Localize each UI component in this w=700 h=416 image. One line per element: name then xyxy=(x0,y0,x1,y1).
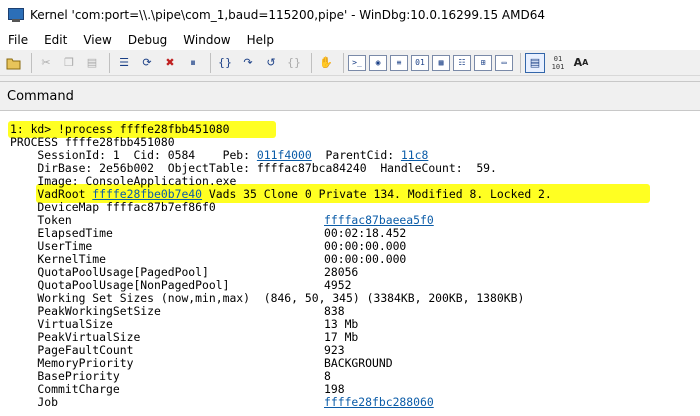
locals-window-icon[interactable]: ≡ xyxy=(390,54,408,71)
field-name: MemoryPriority xyxy=(10,356,134,370)
toolbar-separator xyxy=(343,52,344,73)
command-window-header: Command xyxy=(0,81,700,111)
field-name: BasePriority xyxy=(10,369,120,383)
windbg-app-icon xyxy=(8,7,24,23)
parent-cid-label: ParentCid: xyxy=(311,148,401,162)
menu-view[interactable]: View xyxy=(75,33,119,47)
peb-link[interactable]: 011f4000 xyxy=(257,148,312,162)
registers-window-icon[interactable]: 01 xyxy=(411,54,429,71)
go-icon[interactable]: {} xyxy=(215,53,235,73)
toolbar-separator xyxy=(311,52,312,73)
field-name: UserTime xyxy=(10,239,93,253)
field-name: Job xyxy=(10,395,59,409)
toolbar: ✂ ❐ ▤ ☰ ⟳ ✖ ⏸ {} ↷ ↺ {} ✋ >_ ◉ ≡ 01 ▦ ☷ … xyxy=(0,50,700,76)
toolbar-separator xyxy=(31,52,32,73)
disassembly-window-icon[interactable]: ⊞ xyxy=(474,54,492,71)
field-name: Token xyxy=(10,213,72,227)
vadroot-label: VadRoot xyxy=(10,187,93,201)
watch-window-icon[interactable]: ◉ xyxy=(369,54,387,71)
parent-cid-link[interactable]: 11c8 xyxy=(401,148,428,162)
session-prefix: SessionId: 1 Cid: 0584 Peb: xyxy=(10,148,257,162)
hex-display-icon[interactable]: 01 101 xyxy=(548,53,568,73)
memory-window-icon[interactable]: ▦ xyxy=(432,54,450,71)
field-name: VirtualSize xyxy=(10,317,113,331)
field-name: KernelTime xyxy=(10,252,107,266)
field-name: PageFaultCount xyxy=(10,343,134,357)
source-mode-icon[interactable]: ▤ xyxy=(525,52,545,73)
menu-help[interactable]: Help xyxy=(239,33,282,47)
vadroot-link[interactable]: ffffe28fbe0b7e40 xyxy=(92,187,202,201)
copy-icon[interactable]: ❐ xyxy=(59,53,79,73)
menu-debug[interactable]: Debug xyxy=(120,33,175,47)
menu-bar: File Edit View Debug Window Help xyxy=(0,30,700,50)
field-name: QuotaPoolUsage[NonPagedPool] xyxy=(10,278,230,292)
break-icon[interactable]: ⏸ xyxy=(183,53,203,73)
cut-icon[interactable]: ✂ xyxy=(36,53,56,73)
vadroot-details: Vads 35 Clone 0 Private 134. Modified 8.… xyxy=(202,187,552,201)
open-folder-icon[interactable] xyxy=(4,53,24,73)
field-name: QuotaPoolUsage[PagedPool] xyxy=(10,265,209,279)
command-window-title: Command xyxy=(7,89,74,104)
step-out-icon[interactable]: {} xyxy=(284,53,304,73)
command-output[interactable]: 1: kd> !process ffffe28fbb451080 PROCESS… xyxy=(0,111,700,416)
window-title: Kernel 'com:port=\\.\pipe\com_1,baud=115… xyxy=(30,8,545,22)
field-name: CommitCharge xyxy=(10,382,120,396)
job-link[interactable]: ffffe28fbc288060 xyxy=(324,396,434,409)
field-value: BACKGROUND xyxy=(324,356,393,370)
call-stack-icon[interactable]: ☷ xyxy=(453,54,471,71)
field-name: Working Set Sizes (now,min,max) (846, 50… xyxy=(10,291,525,305)
field-name: PeakVirtualSize xyxy=(10,330,141,344)
step-into-icon[interactable]: ↷ xyxy=(238,53,258,73)
hand-icon[interactable]: ✋ xyxy=(316,53,336,73)
toolbar-separator xyxy=(210,52,211,73)
step-over-icon[interactable]: ↺ xyxy=(261,53,281,73)
toolbar-separator xyxy=(109,52,110,73)
font-icon[interactable]: AA xyxy=(571,53,591,73)
field-name: PeakWorkingSetSize xyxy=(10,304,161,318)
menu-file[interactable]: File xyxy=(0,33,36,47)
step-list-icon[interactable]: ☰ xyxy=(114,53,134,73)
paste-icon[interactable]: ▤ xyxy=(82,53,102,73)
title-bar: Kernel 'com:port=\\.\pipe\com_1,baud=115… xyxy=(0,0,700,30)
command-window-icon[interactable]: >_ xyxy=(348,54,366,71)
stop-debugging-icon[interactable]: ✖ xyxy=(160,53,180,73)
menu-window[interactable]: Window xyxy=(175,33,238,47)
field-name: ElapsedTime xyxy=(10,226,113,240)
menu-edit[interactable]: Edit xyxy=(36,33,75,47)
field-row-job: Job ffffe28fbc288060 xyxy=(10,395,433,409)
restart-icon[interactable]: ⟳ xyxy=(137,53,157,73)
scratch-pad-icon[interactable]: ▭ xyxy=(495,54,513,71)
toolbar-separator xyxy=(520,52,521,73)
